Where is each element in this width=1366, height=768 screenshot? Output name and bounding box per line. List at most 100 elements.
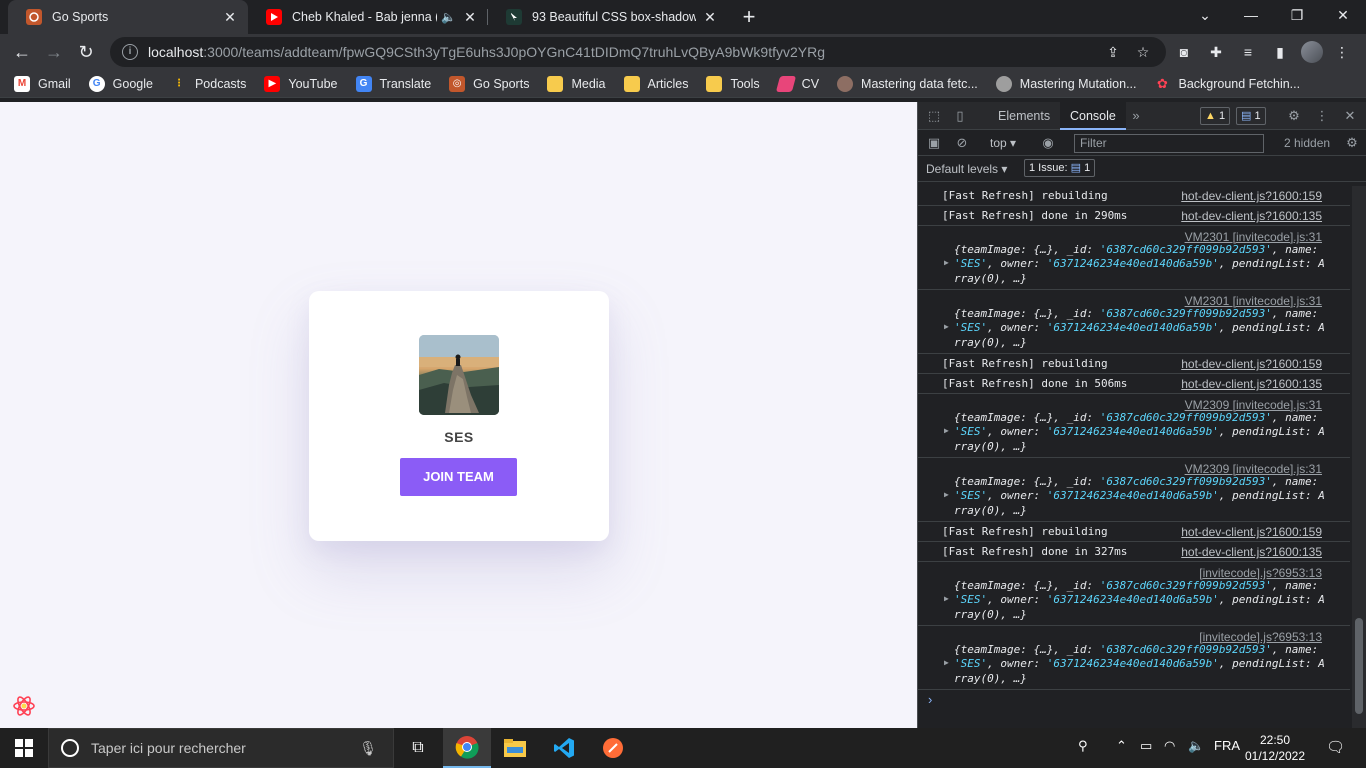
console-object-row: VM2309 [invitecode].js:31 {teamImage: {…}…: [918, 394, 1350, 458]
close-tab-icon[interactable]: ✕: [222, 9, 238, 26]
log-source-link[interactable]: hot-dev-client.js?1600:159: [1181, 186, 1322, 206]
extensions-icon[interactable]: ✚: [1206, 42, 1226, 62]
log-source-link[interactable]: VM2309 [invitecode].js:31: [1185, 462, 1322, 476]
expand-triangle-icon[interactable]: ▶: [944, 658, 949, 667]
expand-triangle-icon[interactable]: ▶: [944, 322, 949, 331]
system-clock[interactable]: 22:50 01/12/2022: [1244, 732, 1306, 764]
forward-button[interactable]: →: [40, 38, 68, 66]
battery-icon[interactable]: ▭: [1140, 738, 1152, 754]
expand-triangle-icon[interactable]: ▶: [944, 490, 949, 499]
close-devtools-icon[interactable]: ✕: [1342, 108, 1358, 124]
bookmark-tools[interactable]: Tools: [706, 75, 760, 92]
profile-avatar[interactable]: [1301, 41, 1323, 63]
camera-icon[interactable]: ◙: [1174, 42, 1194, 62]
tab-cheb-khaled[interactable]: Cheb Khaled - Bab jenna (Par 🔈 ✕: [248, 0, 488, 34]
scrollbar-thumb[interactable]: [1355, 618, 1363, 714]
devtools-tabbar: ⬚ ▯ Elements Console » ▲ 1 ▤ 1 ⚙ ⋮ ✕: [918, 102, 1366, 130]
tab-elements[interactable]: Elements: [988, 102, 1060, 130]
bookmark-gmail[interactable]: M Gmail: [14, 75, 71, 92]
volume-icon[interactable]: 🔈: [1188, 738, 1204, 754]
log-source-link[interactable]: hot-dev-client.js?1600:135: [1181, 206, 1322, 226]
bookmark-go-sports[interactable]: ◎ Go Sports: [449, 75, 529, 92]
console-settings-icon[interactable]: ⚙: [1344, 135, 1360, 151]
log-source-link[interactable]: hot-dev-client.js?1600:135: [1181, 374, 1322, 394]
device-toolbar-icon[interactable]: ▯: [952, 108, 968, 124]
warnings-badge[interactable]: ▲ 1: [1200, 107, 1231, 125]
bookmark-star-icon[interactable]: ☆: [1134, 43, 1152, 61]
microphone-icon[interactable]: 🎙: [359, 740, 377, 757]
close-tab-icon[interactable]: ✕: [702, 9, 718, 26]
log-levels-dropdown[interactable]: Default levels ▾: [926, 162, 1007, 176]
context-label: top: [990, 136, 1007, 150]
sidebar-toggle-icon[interactable]: ▣: [926, 135, 942, 151]
log-source-link[interactable]: VM2301 [invitecode].js:31: [1185, 230, 1322, 244]
log-source-link[interactable]: hot-dev-client.js?1600:159: [1181, 354, 1322, 374]
notifications-icon[interactable]: 🗨: [1326, 738, 1345, 756]
live-expression-eye-icon[interactable]: ◉: [1040, 135, 1056, 151]
console-prompt[interactable]: ›: [928, 692, 932, 707]
log-source-link[interactable]: hot-dev-client.js?1600:159: [1181, 522, 1322, 542]
filter-input[interactable]: Filter: [1074, 134, 1264, 153]
audio-playing-icon[interactable]: 🔈: [441, 10, 456, 24]
bookmark-mastering-data[interactable]: Mastering data fetc...: [837, 75, 978, 92]
input-language[interactable]: FRA: [1214, 738, 1240, 753]
bookmark-cv[interactable]: CV: [775, 75, 819, 92]
context-selector[interactable]: top ▾: [990, 136, 1016, 150]
taskbar-search[interactable]: Taper ici pour rechercher 🎙: [48, 728, 394, 768]
more-tabs-icon[interactable]: »: [1128, 108, 1144, 124]
task-view-icon[interactable]: ⧉: [394, 728, 442, 768]
issues-button[interactable]: 1 Issue: ▤ 1: [1024, 159, 1096, 177]
tab-search-icon[interactable]: ⌄: [1182, 0, 1228, 30]
bookmark-podcasts[interactable]: ⋮ Podcasts: [171, 76, 246, 92]
expand-triangle-icon[interactable]: ▶: [944, 426, 949, 435]
vscode-icon[interactable]: [540, 728, 588, 768]
file-explorer-icon[interactable]: [491, 728, 539, 768]
expand-triangle-icon[interactable]: ▶: [944, 594, 949, 603]
new-tab-button[interactable]: +: [736, 4, 762, 30]
messages-badge[interactable]: ▤ 1: [1236, 107, 1266, 125]
close-tab-icon[interactable]: ✕: [462, 9, 478, 26]
console-toolbar: ▣ ⊘ top ▾ ◉ Filter 2 hidden ⚙: [918, 130, 1366, 156]
bookmark-mastering-mutation[interactable]: Mastering Mutation...: [995, 75, 1137, 92]
log-source-link[interactable]: [invitecode].js?6953:13: [1199, 566, 1322, 580]
site-info-icon[interactable]: i: [122, 44, 138, 60]
log-source-link[interactable]: [invitecode].js?6953:13: [1199, 630, 1322, 644]
bookmark-label: YouTube: [288, 76, 338, 91]
start-button[interactable]: [0, 728, 48, 768]
bookmark-google[interactable]: G Google: [88, 75, 153, 92]
show-hidden-icons-chevron[interactable]: ⌃: [1116, 738, 1127, 754]
devtools-menu-icon[interactable]: ⋮: [1314, 108, 1330, 124]
console-scrollbar[interactable]: [1352, 186, 1366, 728]
close-window-button[interactable]: ✕: [1320, 0, 1366, 30]
menu-kebab-icon[interactable]: ⋮: [1332, 42, 1352, 62]
bookmark-media[interactable]: Media: [547, 75, 606, 92]
reload-button[interactable]: ↻: [72, 38, 100, 66]
bookmark-articles[interactable]: Articles: [623, 75, 688, 92]
tab-console[interactable]: Console: [1060, 102, 1126, 130]
log-source-link[interactable]: VM2301 [invitecode].js:31: [1185, 294, 1322, 308]
minimize-button[interactable]: —: [1228, 0, 1274, 30]
address-bar[interactable]: i localhost:3000/teams/addteam/fpwGQ9CSt…: [110, 37, 1166, 67]
restore-button[interactable]: ❐: [1274, 0, 1320, 30]
bookmark-translate[interactable]: G Translate: [355, 75, 431, 92]
people-icon[interactable]: ⚲: [1078, 738, 1088, 754]
wifi-icon[interactable]: ◠: [1164, 738, 1175, 754]
settings-gear-icon[interactable]: ⚙: [1286, 108, 1302, 124]
log-source-link[interactable]: VM2309 [invitecode].js:31: [1185, 398, 1322, 412]
clear-console-icon[interactable]: ⊘: [954, 135, 970, 151]
share-icon[interactable]: ⇪: [1104, 43, 1122, 61]
tab-css-box-shadow[interactable]: 93 Beautiful CSS box-shadow exa ✕: [488, 0, 728, 34]
log-source-link[interactable]: hot-dev-client.js?1600:135: [1181, 542, 1322, 562]
postman-icon[interactable]: [589, 728, 637, 768]
inspect-element-icon[interactable]: ⬚: [926, 108, 942, 124]
join-team-button[interactable]: JOIN TEAM: [400, 458, 517, 496]
react-query-devtools-icon[interactable]: [12, 694, 36, 718]
chrome-taskbar-icon[interactable]: [443, 728, 491, 768]
tab-go-sports[interactable]: Go Sports ✕: [8, 0, 248, 34]
bookmark-youtube[interactable]: ▶ YouTube: [264, 75, 338, 92]
side-panel-icon[interactable]: ▮: [1270, 42, 1290, 62]
back-button[interactable]: ←: [8, 38, 36, 66]
expand-triangle-icon[interactable]: ▶: [944, 258, 949, 267]
media-queue-icon[interactable]: ≡: [1238, 42, 1258, 62]
bookmark-background-fetching[interactable]: ✿ Background Fetchin...: [1155, 76, 1300, 92]
